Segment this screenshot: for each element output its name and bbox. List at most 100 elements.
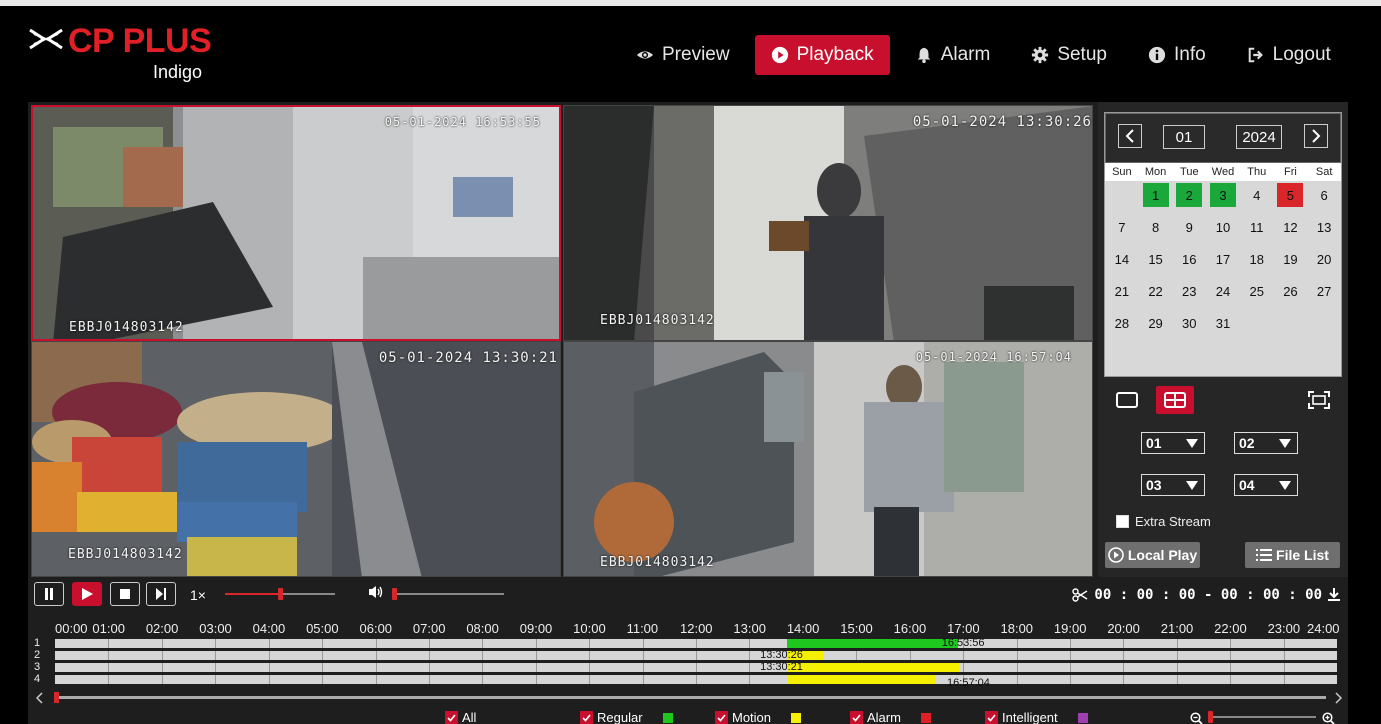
next-frame-button[interactable] [146, 582, 176, 606]
calendar-day[interactable]: 19 [1277, 247, 1303, 271]
calendar-day[interactable]: 14 [1109, 247, 1135, 271]
nav-alarm[interactable]: Alarm [899, 35, 1007, 75]
calendar-day[interactable]: 5 [1277, 183, 1304, 207]
camera-view-2[interactable]: 05-01-2024 13:30:26 EBBJ014803142 [563, 105, 1093, 341]
stop-button[interactable] [110, 582, 140, 606]
calendar-day[interactable]: 8 [1143, 215, 1169, 239]
nav-info[interactable]: Info [1132, 35, 1222, 75]
calendar-day[interactable]: 18 [1244, 247, 1270, 271]
timeline-track[interactable] [55, 651, 1337, 660]
next-month-button[interactable] [1304, 124, 1328, 148]
calendar-day[interactable]: 22 [1143, 279, 1169, 303]
chevron-left-icon[interactable] [36, 692, 44, 704]
channel-select-2[interactable]: 02 [1234, 432, 1298, 454]
prev-month-button[interactable] [1118, 124, 1142, 148]
calendar-day[interactable]: 13 [1311, 215, 1337, 239]
weekday-label: Tue [1180, 166, 1199, 178]
hour-tick [268, 639, 270, 648]
calendar-day[interactable]: 27 [1311, 279, 1337, 303]
caret-down-icon [1186, 480, 1198, 490]
calendar-day[interactable]: 9 [1176, 215, 1202, 239]
camera-device-id: EBBJ014803142 [68, 547, 183, 562]
calendar-day[interactable]: 25 [1244, 279, 1270, 303]
legend-intelligent-checkbox[interactable] [985, 711, 998, 724]
nav-preview[interactable]: Preview [620, 35, 746, 75]
legend-alarm[interactable]: Alarm [850, 710, 931, 724]
calendar-day[interactable]: 1 [1142, 183, 1169, 207]
scissors-icon[interactable] [1072, 588, 1088, 602]
legend-all-checkbox[interactable] [445, 711, 458, 724]
camera-view-3[interactable]: 05-01-2024 13:30:21 EBBJ014803142 [31, 341, 561, 577]
year-field[interactable]: 2024 [1236, 125, 1282, 149]
channel-select-1[interactable]: 01 [1141, 432, 1205, 454]
calendar-day[interactable]: 6 [1311, 183, 1337, 207]
calendar-day[interactable]: 4 [1244, 183, 1270, 207]
legend-regular[interactable]: Regular [580, 710, 673, 724]
volume-icon[interactable] [368, 585, 384, 599]
list-icon [1256, 549, 1273, 561]
timeline-track[interactable] [55, 639, 1337, 648]
zoom-out-icon[interactable] [1190, 712, 1203, 724]
legend-intelligent[interactable]: Intelligent [985, 710, 1088, 724]
calendar-day[interactable]: 10 [1210, 215, 1236, 239]
fullscreen-button[interactable] [1300, 386, 1338, 414]
extra-stream-label: Extra Stream [1135, 514, 1211, 529]
month-field[interactable]: 01 [1163, 125, 1205, 149]
extra-stream-checkbox[interactable] [1116, 515, 1129, 528]
camera-view-1[interactable]: 05-01-2024 16:53:55 EBBJ014803142 [31, 105, 561, 341]
channel-select-4[interactable]: 04 [1234, 474, 1298, 496]
quad-view-button[interactable] [1156, 386, 1194, 414]
progress-slider[interactable] [225, 588, 335, 600]
zoom-in-icon[interactable] [1322, 712, 1335, 724]
single-view-button[interactable] [1108, 386, 1146, 414]
calendar-day[interactable]: 15 [1143, 247, 1169, 271]
timeline-track[interactable] [55, 675, 1337, 684]
zoom-knob[interactable] [1208, 711, 1213, 723]
calendar-day[interactable]: 2 [1176, 183, 1203, 207]
calendar-day[interactable]: 21 [1109, 279, 1135, 303]
progress-knob[interactable] [278, 588, 283, 600]
check-icon [987, 713, 996, 722]
calendar-day[interactable]: 7 [1109, 215, 1135, 239]
play-button[interactable] [72, 582, 102, 606]
legend-motion-checkbox[interactable] [715, 711, 728, 724]
calendar-day[interactable]: 16 [1176, 247, 1202, 271]
timeline-scrollbar[interactable] [54, 692, 1326, 703]
hour-tick [1230, 663, 1232, 672]
calendar-day[interactable]: 12 [1277, 215, 1303, 239]
local-play-button[interactable]: Local Play [1105, 542, 1200, 568]
nav-logout[interactable]: Logout [1231, 35, 1347, 75]
calendar-day[interactable]: 11 [1244, 215, 1270, 239]
hour-tick [589, 663, 591, 672]
nav-setup[interactable]: Setup [1015, 35, 1123, 75]
legend-all[interactable]: All [445, 710, 476, 724]
calendar-day[interactable]: 23 [1176, 279, 1202, 303]
calendar-day[interactable]: 20 [1311, 247, 1337, 271]
camera-view-4[interactable]: 05-01-2024 16:57:04 EBBJ014803142 [563, 341, 1093, 577]
extra-stream-option[interactable]: Extra Stream [1116, 514, 1211, 529]
volume-knob[interactable] [392, 588, 397, 600]
chevron-right-icon[interactable] [1334, 692, 1342, 704]
legend-alarm-checkbox[interactable] [850, 711, 863, 724]
hour-tick [215, 651, 217, 660]
calendar-day[interactable]: 3 [1210, 183, 1236, 207]
calendar-day[interactable]: 26 [1277, 279, 1303, 303]
pause-button[interactable] [34, 582, 64, 606]
timeline-track[interactable] [55, 663, 1337, 672]
calendar-day[interactable]: 30 [1176, 311, 1202, 335]
calendar-day[interactable]: 28 [1109, 311, 1135, 335]
download-icon[interactable] [1328, 588, 1340, 602]
volume-slider[interactable] [392, 588, 504, 600]
legend-regular-checkbox[interactable] [580, 711, 593, 724]
channel-select-3[interactable]: 03 [1141, 474, 1205, 496]
calendar-day[interactable]: 29 [1143, 311, 1169, 335]
calendar-day[interactable]: 24 [1210, 279, 1236, 303]
nav-playback[interactable]: Playback [754, 35, 890, 75]
legend-motion[interactable]: Motion [715, 710, 802, 724]
timeline-scroll-knob[interactable] [54, 692, 59, 703]
calendar-day[interactable]: 17 [1210, 247, 1236, 271]
file-list-button[interactable]: File List [1245, 542, 1340, 568]
calendar-day[interactable]: 31 [1210, 311, 1236, 335]
recording-segment [786, 675, 937, 684]
zoom-slider[interactable] [1208, 711, 1316, 723]
